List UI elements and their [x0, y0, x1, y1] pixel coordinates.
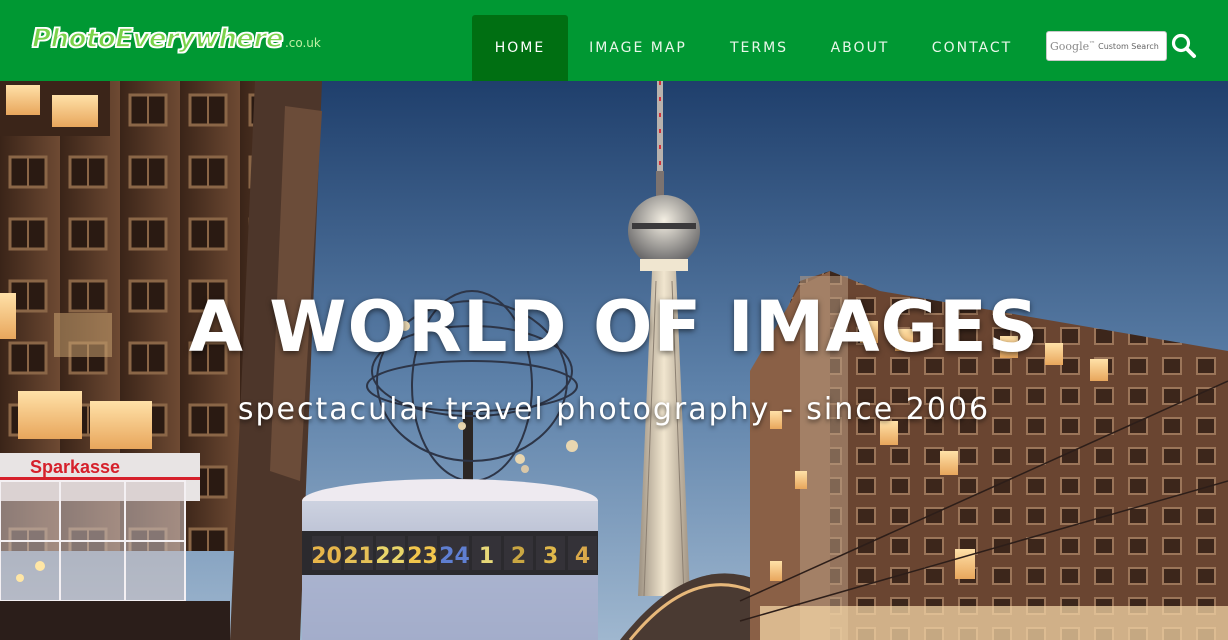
clock-number: 1 — [479, 544, 494, 569]
site-logo[interactable]: PhotoEverywhere .co.uk — [31, 23, 321, 64]
nav-contact[interactable]: CONTACT — [910, 15, 1034, 81]
bank-sign: Sparkasse — [30, 457, 120, 477]
clock-number: 4 — [575, 544, 590, 569]
top-navbar: PhotoEverywhere .co.uk HOME IMAGE MAP TE… — [0, 0, 1228, 81]
search-button[interactable] — [1170, 32, 1198, 60]
clock-number: 21 — [343, 544, 374, 569]
clock-number: 24 — [439, 544, 470, 569]
logo-wordmark: PhotoEverywhere — [31, 23, 284, 55]
hero-subtitle: spectacular travel photography - since 2… — [237, 392, 991, 427]
nav-home[interactable]: HOME — [472, 15, 568, 81]
clock-number: 22 — [375, 544, 406, 569]
hero-banner: Sparkasse 20 21 22 23 24 1 2 3 4 A WORLD… — [0, 81, 1228, 640]
search-brand-trademark: ™ — [1089, 39, 1096, 47]
nav-about[interactable]: ABOUT — [810, 15, 910, 81]
search-placeholder: Custom Search — [1098, 41, 1159, 51]
main-nav: HOME IMAGE MAP TERMS ABOUT CONTACT — [472, 15, 1034, 81]
clock-number: 20 — [311, 544, 342, 569]
clock-number: 23 — [407, 544, 438, 569]
clock-number: 2 — [511, 544, 526, 569]
search-brand: Google™ — [1050, 40, 1095, 53]
search-input[interactable]: Google™ Custom Search — [1046, 31, 1167, 61]
clock-numbers: 20 21 22 23 24 1 2 3 4 — [311, 536, 597, 570]
nav-terms[interactable]: TERMS — [708, 15, 810, 81]
search-icon — [1171, 33, 1196, 58]
clock-number: 3 — [543, 544, 558, 569]
nav-image-map[interactable]: IMAGE MAP — [568, 15, 708, 81]
hero-title: A WORLD OF IMAGES — [188, 286, 1040, 368]
logo-domain: .co.uk — [284, 36, 321, 50]
search-brand-name: Google — [1050, 39, 1090, 53]
